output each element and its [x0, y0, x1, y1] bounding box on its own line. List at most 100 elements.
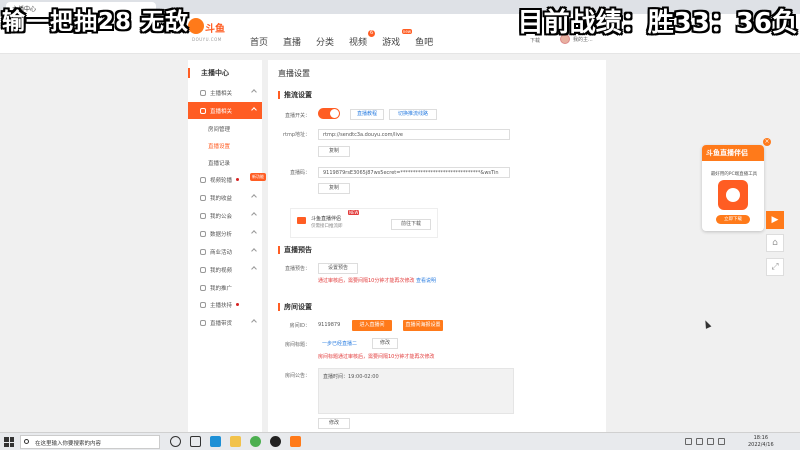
section-room-settings: 房间设置 [278, 303, 312, 311]
nav-live[interactable]: 直播 [283, 35, 301, 48]
task-view-icon[interactable] [190, 436, 201, 447]
sidebar-item-live-commerce[interactable]: 直播带货 [188, 314, 262, 331]
expand-icon[interactable]: ⤢ [766, 258, 784, 276]
sidebar-item-anchor-related[interactable]: 主播相关 [188, 84, 262, 101]
float-download-button[interactable]: 立即下载 [716, 215, 750, 224]
sidebar-item-live-related[interactable]: 直播相关 [188, 102, 262, 119]
tutorial-button[interactable]: 直播教程 [350, 109, 384, 120]
copy-code-button[interactable]: 复制 [318, 183, 350, 194]
sidebar-item-label: 数据分析 [210, 231, 233, 238]
cortana-icon[interactable] [170, 436, 181, 447]
sidebar-item-label: 商业活动 [210, 249, 233, 256]
sidebar-item-analytics[interactable]: 数据分析 [188, 225, 262, 242]
nav-category[interactable]: 分类 [316, 35, 334, 48]
megaphone-icon [200, 284, 206, 291]
video-icon [200, 176, 206, 183]
fish-logo-icon [188, 18, 204, 34]
stream-code-input[interactable]: 9119879rsE3065j87ws5ecret=**************… [318, 167, 510, 178]
site-logo[interactable]: 斗鱼 DOUYU.COM [188, 18, 228, 44]
sidebar-item-earnings[interactable]: 我的收益 [188, 189, 262, 206]
mic-icon [200, 89, 206, 96]
clock[interactable]: 18:16 2022/4/16 [748, 435, 774, 449]
room-id-label: 房间ID： [289, 323, 310, 329]
sidebar-item-promotion[interactable]: 我的推广 [188, 279, 262, 296]
sidebar-item-label: 我的收益 [210, 195, 233, 202]
stream-switch-toggle[interactable] [318, 108, 340, 119]
sidebar-item-live-records[interactable]: 直播记录 [188, 154, 262, 171]
chevron-up-icon [251, 89, 257, 95]
sidebar-item-business[interactable]: 商业活动 [188, 243, 262, 260]
sidebar-item-video-carousel[interactable]: 视频轮播 新功能 [188, 171, 266, 188]
rtmp-address-input[interactable]: rtmp://sendtc3a.douyu.com/live [318, 129, 510, 140]
clock-time: 18:16 [753, 435, 769, 441]
mouse-cursor-icon [702, 319, 712, 329]
float-subtitle: 最好用的PC端直播工具 [710, 172, 758, 177]
sidebar-item-live-settings[interactable]: 直播设置 [188, 137, 262, 154]
notification-dot [236, 178, 240, 181]
nav-game-label: 游戏 [382, 38, 401, 48]
browser-icon[interactable] [250, 436, 261, 447]
stream-overlay-right: 目前战绩：胜33：36负 [517, 8, 798, 38]
sidebar-item-label: 主播扶持 [210, 302, 233, 309]
notification-dot [236, 303, 240, 306]
room-notice-label: 房间公告： [284, 373, 310, 379]
chevron-up-icon [251, 266, 257, 272]
chevron-up-icon [251, 107, 257, 113]
taskbar-search-input[interactable]: 在这里输入你要搜索的内容 [20, 435, 160, 449]
sidebar-item-label: 直播记录 [208, 160, 231, 167]
folder-icon[interactable] [230, 436, 241, 447]
film-icon [200, 266, 206, 273]
promo-download-button[interactable]: 前往下载 [391, 219, 431, 230]
nav-home[interactable]: 首页 [250, 35, 268, 48]
volume-icon[interactable] [696, 438, 703, 445]
home-icon[interactable]: ⌂ [766, 234, 784, 252]
main-nav: 首页 直播 分类 视频 6 游戏 new 鱼吧 [250, 29, 448, 48]
battery-icon[interactable] [718, 438, 725, 445]
nav-video-label: 视频 [349, 38, 368, 48]
taskbar: 在这里输入你要搜索的内容 18:16 2022/4/16 [0, 432, 800, 450]
close-icon[interactable]: × [763, 138, 771, 146]
nav-fishbar[interactable]: 鱼吧 [415, 35, 433, 48]
set-preview-button[interactable]: 设置预告 [318, 263, 358, 274]
edit-notice-button[interactable]: 修改 [318, 418, 350, 429]
camera-icon [297, 217, 306, 224]
chart-icon [200, 230, 206, 237]
sidebar-item-room-manage[interactable]: 房间管理 [188, 120, 262, 137]
windows-start-icon[interactable] [4, 437, 14, 447]
sidebar-item-guild[interactable]: 我的公会 [188, 207, 262, 224]
sidebar-item-label: 我的视频 [210, 267, 233, 274]
edge-icon[interactable] [210, 436, 221, 447]
group-icon [200, 212, 206, 219]
room-title-label: 房间标题： [284, 342, 310, 348]
promo-title: 斗鱼直播伴侣 [311, 216, 342, 222]
stream-switch-label: 直播开关： [284, 113, 310, 119]
douyu-app-icon[interactable] [290, 436, 301, 447]
companion-float-card[interactable]: 斗鱼直播伴侣 最好用的PC端直播工具 立即下载 [702, 145, 764, 231]
switch-line-button[interactable]: 切换推流线路 [389, 109, 437, 120]
copy-rtmp-button[interactable]: 复制 [318, 146, 350, 157]
nav-game[interactable]: 游戏 new [382, 29, 413, 48]
room-title-value[interactable]: 一步已经直播二 [318, 338, 368, 349]
poster-settings-button[interactable]: 直播间海报设置 [403, 320, 443, 331]
view-notes-link[interactable]: 查看说明 [416, 278, 436, 284]
chevron-up-icon [251, 248, 257, 254]
app-icon [718, 180, 748, 210]
sidebar-item-label: 直播带货 [210, 320, 233, 327]
enter-room-button[interactable]: 进入直播间 [352, 320, 392, 331]
companion-promo: 斗鱼直播伴侣 NEW 仅需接口推流即 前往下载 [290, 208, 438, 238]
sidebar-item-my-videos[interactable]: 我的视频 [188, 261, 262, 278]
sidebar-item-support[interactable]: 主播扶持 [188, 296, 262, 313]
steam-icon[interactable] [270, 436, 281, 447]
room-notice-textarea[interactable]: 直播时间：19:00-02:00 [318, 368, 514, 414]
network-icon[interactable] [685, 438, 692, 445]
chevron-up-icon [251, 230, 257, 236]
page-title: 直播设置 [278, 69, 310, 78]
rtmp-label: rtmp地址： [282, 132, 310, 138]
float-title: 斗鱼直播伴侣 [702, 145, 764, 161]
briefcase-icon [200, 248, 206, 255]
sidebar-item-label: 直播设置 [208, 143, 231, 150]
edit-title-button[interactable]: 修改 [372, 338, 398, 349]
nav-video[interactable]: 视频 6 [349, 30, 376, 48]
ime-icon[interactable] [707, 438, 714, 445]
play-icon[interactable]: ▶ [766, 211, 784, 229]
